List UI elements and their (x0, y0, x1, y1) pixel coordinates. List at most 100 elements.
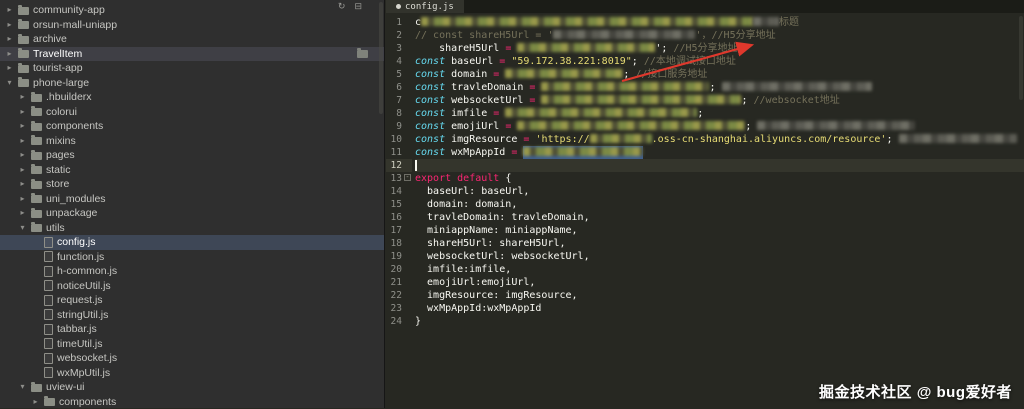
sidebar-scrollbar[interactable] (379, 2, 383, 114)
code-line-9[interactable]: const emojiUrl = ; (415, 120, 1024, 133)
tree-item-archive[interactable]: ▸archive (0, 32, 384, 47)
editor-scrollbar[interactable] (1019, 16, 1023, 100)
file-icon (44, 367, 53, 378)
chevron-expanded-icon[interactable]: ▾ (5, 76, 14, 91)
tree-item-utils[interactable]: ▾utils (0, 221, 384, 236)
file-icon (44, 251, 53, 262)
chevron-collapsed-icon[interactable]: ▸ (5, 47, 14, 62)
code-line-16[interactable]: travleDomain: travleDomain, (415, 211, 1024, 224)
chevron-collapsed-icon[interactable]: ▸ (18, 90, 27, 105)
tree-item-static[interactable]: ▸static (0, 163, 384, 178)
code-line-10[interactable]: const imgResource = 'https://.oss-cn-sha… (415, 133, 1024, 146)
code-line-8[interactable]: const imfile = ; (415, 107, 1024, 120)
code-line-14[interactable]: baseUrl: baseUrl, (415, 185, 1024, 198)
collapse-all-icon[interactable]: ⊟ (354, 1, 362, 12)
code-line-20[interactable]: imfile:imfile, (415, 263, 1024, 276)
chevron-collapsed-icon[interactable]: ▸ (18, 192, 27, 207)
code-token: "59.172.38.221:8019" (511, 56, 631, 67)
chevron-collapsed-icon[interactable]: ▸ (18, 148, 27, 163)
tree-item-wxMpUtil.js[interactable]: wxMpUtil.js (0, 366, 384, 381)
code-line-19[interactable]: websocketUrl: websocketUrl, (415, 250, 1024, 263)
chevron-collapsed-icon[interactable]: ▸ (31, 395, 40, 409)
chevron-collapsed-icon[interactable]: ▸ (5, 18, 14, 33)
tree-item-.hbuilderx[interactable]: ▸.hbuilderx (0, 90, 384, 105)
code-line-6[interactable]: const travleDomain = ; (415, 81, 1024, 94)
tree-item-stringUtil.js[interactable]: stringUtil.js (0, 308, 384, 323)
code-line-24[interactable]: } (415, 315, 1024, 328)
code-line-18[interactable]: shareH5Url: shareH5Url, (415, 237, 1024, 250)
chevron-expanded-icon[interactable]: ▾ (18, 221, 27, 236)
code-line-15[interactable]: domain: domain, (415, 198, 1024, 211)
tree-item-TravelItem[interactable]: ▸TravelItem (0, 47, 384, 62)
code-token: travleDomain: travleDomain, (415, 212, 590, 223)
code-line-21[interactable]: emojiUrl:emojiUrl, (415, 276, 1024, 289)
code-token: const (415, 56, 445, 67)
code-line-1[interactable]: c标题 (415, 16, 1024, 29)
tree-item-tourist-app[interactable]: ▸ tourist-app (0, 61, 384, 76)
code-token: domain (445, 69, 493, 80)
tree-item-request.js[interactable]: request.js (0, 293, 384, 308)
chevron-collapsed-icon[interactable]: ▸ (5, 3, 14, 18)
chevron-collapsed-icon[interactable]: ▸ (18, 119, 27, 134)
tree-item-config.js[interactable]: config.js (0, 235, 384, 250)
tree-item-uni_modules[interactable]: ▸uni_modules (0, 192, 384, 207)
code-line-4[interactable]: const baseUrl = "59.172.38.221:8019"; //… (415, 55, 1024, 68)
fold-marker-icon[interactable]: - (404, 174, 411, 181)
tree-item-unpackage[interactable]: ▸unpackage (0, 206, 384, 221)
code-token: miniappName: miniappName, (415, 225, 578, 236)
chevron-collapsed-icon[interactable]: ▸ (18, 134, 27, 149)
tree-item-label: tabbar.js (57, 322, 97, 337)
code-line-12[interactable] (415, 159, 1024, 172)
tree-item-label: wxMpUtil.js (57, 366, 110, 381)
code-token: //本地调试接口地址 (638, 56, 736, 67)
tree-item-orsun-mall-uniapp[interactable]: ▸orsun-mall-uniapp (0, 18, 384, 33)
code-token: imgResource (445, 134, 523, 145)
chevron-expanded-icon[interactable]: ▾ (18, 380, 27, 395)
code-token: websocketUrl (445, 95, 529, 106)
code-line-3[interactable]: shareH5Url = '; //H5分享地址 (415, 42, 1024, 55)
tree-item-noticeUtil.js[interactable]: noticeUtil.js (0, 279, 384, 294)
tab-config-js[interactable]: config.js (386, 0, 464, 13)
code-area[interactable]: c标题// const shareH5Url = ''，//H5分享地址 sha… (412, 13, 1024, 408)
tree-item-label: stringUtil.js (57, 308, 108, 323)
code-token: const (415, 108, 445, 119)
tree-item-colorui[interactable]: ▸colorui (0, 105, 384, 120)
tree-item-components[interactable]: ▸components (0, 395, 384, 409)
code-token: ; (697, 108, 703, 119)
tree-item-community-app[interactable]: ▸community-app (0, 3, 384, 18)
chevron-collapsed-icon[interactable]: ▸ (18, 105, 27, 120)
code-line-2[interactable]: // const shareH5Url = ''，//H5分享地址 (415, 29, 1024, 42)
refresh-icon[interactable]: ↻ (338, 1, 346, 12)
code-line-7[interactable]: const websocketUrl = ; //websocket地址 (415, 94, 1024, 107)
code-line-5[interactable]: const domain = ; //接口服务地址 (415, 68, 1024, 81)
tree-item-uview-ui[interactable]: ▾uview-ui (0, 380, 384, 395)
code-token: '，//H5分享地址 (695, 30, 775, 41)
tree-item-phone-large[interactable]: ▾phone-large (0, 76, 384, 91)
code-line-11[interactable]: const wxMpAppId = (415, 146, 1024, 159)
folder-icon (18, 21, 29, 29)
censored-text (541, 82, 709, 91)
chevron-collapsed-icon[interactable]: ▸ (18, 206, 27, 221)
tree-item-store[interactable]: ▸store (0, 177, 384, 192)
watermark: 掘金技术社区 @ bug爱好者 (819, 381, 1012, 402)
chevron-collapsed-icon[interactable]: ▸ (5, 32, 14, 47)
tree-item-timeUtil.js[interactable]: timeUtil.js (0, 337, 384, 352)
tree-item-pages[interactable]: ▸pages (0, 148, 384, 163)
code-line-22[interactable]: imgResource: imgResource, (415, 289, 1024, 302)
chevron-collapsed-icon[interactable]: ▸ (5, 61, 14, 76)
code-line-17[interactable]: miniappName: miniappName, (415, 224, 1024, 237)
code-line-13[interactable]: export default { (415, 172, 1024, 185)
chevron-collapsed-icon[interactable]: ▸ (18, 163, 27, 178)
tree-item-h-common.js[interactable]: h-common.js (0, 264, 384, 279)
code-line-23[interactable]: wxMpAppId:wxMpAppId (415, 302, 1024, 315)
tree-item-tabbar.js[interactable]: tabbar.js (0, 322, 384, 337)
tree-item-label: tourist-app (33, 61, 83, 76)
tree-item-function.js[interactable]: function.js (0, 250, 384, 265)
chevron-collapsed-icon[interactable]: ▸ (18, 177, 27, 192)
tree-item-websocket.js[interactable]: websocket.js (0, 351, 384, 366)
tree-item-components[interactable]: ▸components (0, 119, 384, 134)
censored-text (899, 134, 1017, 143)
file-icon (44, 353, 53, 364)
tree-item-label: mixins (46, 134, 76, 149)
tree-item-mixins[interactable]: ▸ mixins (0, 134, 384, 149)
